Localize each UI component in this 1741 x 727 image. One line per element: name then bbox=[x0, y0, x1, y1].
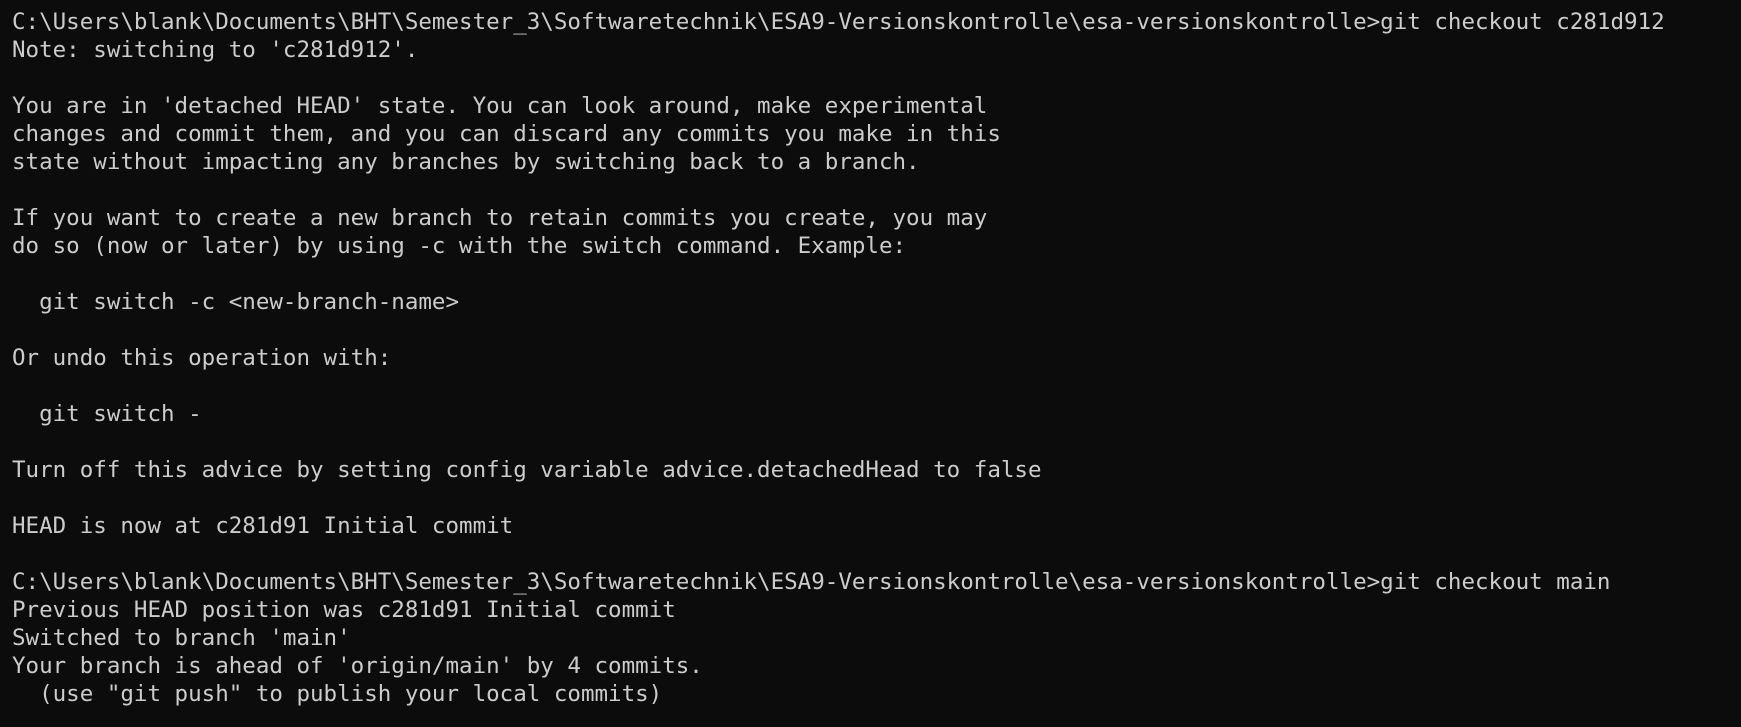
output-line: Previous HEAD position was c281d91 Initi… bbox=[12, 597, 676, 623]
output-line: do so (now or later) by using -c with th… bbox=[12, 233, 907, 259]
prompt-path: C:\Users\blank\Documents\BHT\Semester_3\… bbox=[12, 9, 1381, 35]
prompt-path: C:\Users\blank\Documents\BHT\Semester_3\… bbox=[12, 569, 1381, 595]
output-line: state without impacting any branches by … bbox=[12, 149, 920, 175]
command-line: C:\Users\blank\Documents\BHT\Semester_3\… bbox=[12, 8, 1741, 36]
output-line: Switched to branch 'main' bbox=[12, 625, 351, 651]
output-line: Or undo this operation with: bbox=[12, 345, 392, 371]
terminal-window[interactable]: C:\Users\blank\Documents\BHT\Semester_3\… bbox=[0, 0, 1741, 727]
output-line: changes and commit them, and you can dis… bbox=[12, 121, 1001, 147]
command-line: C:\Users\blank\Documents\BHT\Semester_3\… bbox=[12, 568, 1741, 596]
output-line: Your branch is ahead of 'origin/main' by… bbox=[12, 653, 703, 679]
output-line: git switch -c <new-branch-name> bbox=[12, 289, 460, 315]
command-text: git checkout c281d912 bbox=[1380, 9, 1665, 35]
output-line: You are in 'detached HEAD' state. You ca… bbox=[12, 93, 988, 119]
output-line: (use "git push" to publish your local co… bbox=[12, 681, 663, 707]
output-line: If you want to create a new branch to re… bbox=[12, 205, 988, 231]
output-line: git switch - bbox=[12, 401, 202, 427]
output-line: HEAD is now at c281d91 Initial commit bbox=[12, 513, 514, 539]
output-line: Note: switching to 'c281d912'. bbox=[12, 37, 419, 63]
output-line: Turn off this advice by setting config v… bbox=[12, 457, 1042, 483]
command-text: git checkout main bbox=[1380, 569, 1611, 595]
